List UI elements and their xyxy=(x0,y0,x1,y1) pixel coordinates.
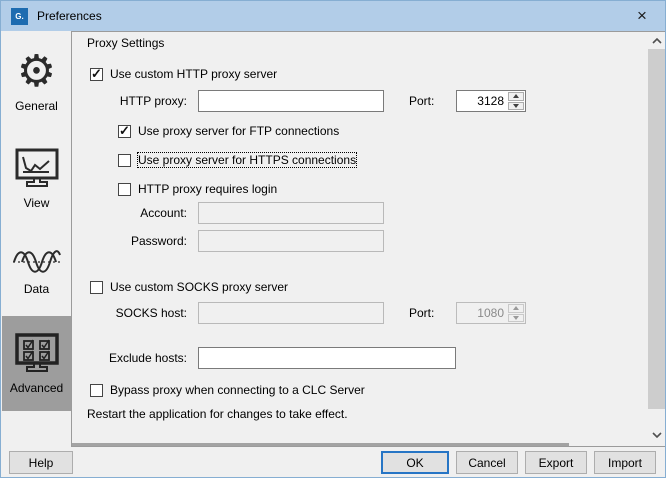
preferences-dialog: G. Preferences × ⚙ General View xyxy=(0,0,666,478)
import-button[interactable]: Import xyxy=(594,451,656,474)
ok-button[interactable]: OK xyxy=(381,451,449,474)
https-proxy-checkbox[interactable]: Use proxy server for HTTPS connections xyxy=(118,152,356,168)
password-input[interactable] xyxy=(198,230,384,252)
scroll-down-icon[interactable] xyxy=(648,426,665,443)
bypass-proxy-checkbox[interactable]: Bypass proxy when connecting to a CLC Se… xyxy=(90,382,365,398)
close-icon[interactable]: × xyxy=(619,1,665,31)
checkbox-label: Use custom SOCKS proxy server xyxy=(110,280,288,294)
spinner-down-icon[interactable] xyxy=(508,102,524,111)
checkbox-box[interactable] xyxy=(90,384,103,397)
vertical-scrollbar[interactable] xyxy=(648,32,665,443)
restart-note: Restart the application for changes to t… xyxy=(87,403,348,425)
password-label: Password: xyxy=(72,230,187,252)
sine-waves-icon xyxy=(13,247,61,277)
export-button[interactable]: Export xyxy=(525,451,587,474)
spinner-down-icon[interactable] xyxy=(508,314,524,323)
horizontal-scrollbar[interactable] xyxy=(72,443,648,446)
ftp-proxy-checkbox[interactable]: ✓ Use proxy server for FTP connections xyxy=(118,123,339,139)
socks-port-label: Port: xyxy=(409,302,434,324)
sidebar-item-view[interactable]: View xyxy=(2,131,71,226)
spinner-up-icon[interactable] xyxy=(508,304,524,313)
account-label: Account: xyxy=(72,202,187,224)
http-proxy-input[interactable] xyxy=(198,90,384,112)
help-button[interactable]: Help xyxy=(9,451,73,474)
vertical-scrollbar-thumb[interactable] xyxy=(648,49,665,409)
checkbox-box[interactable] xyxy=(118,183,131,196)
dialog-footer: Help OK Cancel Export Import xyxy=(2,447,664,476)
checkbox-label: HTTP proxy requires login xyxy=(138,182,277,196)
scroll-up-icon[interactable] xyxy=(648,32,665,49)
proxy-settings-panel: Proxy Settings ✓ Use custom HTTP proxy s… xyxy=(71,31,665,447)
title-bar: G. Preferences × xyxy=(1,1,665,31)
sidebar-item-label: Data xyxy=(24,282,49,296)
proxy-login-checkbox[interactable]: HTTP proxy requires login xyxy=(118,181,277,197)
http-proxy-label: HTTP proxy: xyxy=(72,90,187,112)
gear-icon: ⚙ xyxy=(17,50,56,94)
checkbox-label: Bypass proxy when connecting to a CLC Se… xyxy=(110,383,365,397)
sidebar-item-general[interactable]: ⚙ General xyxy=(2,36,71,126)
socks-host-input[interactable] xyxy=(198,302,384,324)
window-title: Preferences xyxy=(37,9,102,23)
section-title: Proxy Settings xyxy=(87,32,164,54)
checkbox-label: Use custom HTTP proxy server xyxy=(110,67,277,81)
sidebar-item-data[interactable]: Data xyxy=(2,226,71,316)
cancel-button[interactable]: Cancel xyxy=(456,451,518,474)
use-socks-proxy-checkbox[interactable]: Use custom SOCKS proxy server xyxy=(90,279,288,295)
checkbox-box[interactable]: ✓ xyxy=(90,68,103,81)
checkbox-label: Use proxy server for FTP connections xyxy=(138,124,339,138)
http-port-spinner[interactable]: 3128 xyxy=(456,90,526,112)
app-logo-icon: G. xyxy=(11,8,28,25)
account-input[interactable] xyxy=(198,202,384,224)
socks-port-value[interactable]: 1080 xyxy=(457,303,507,323)
sidebar-item-advanced[interactable]: Advanced xyxy=(2,316,71,411)
socks-port-spinner[interactable]: 1080 xyxy=(456,302,526,324)
preferences-sidebar: ⚙ General View Data xyxy=(2,31,71,447)
checkbox-box[interactable] xyxy=(118,154,131,167)
http-port-value[interactable]: 3128 xyxy=(457,91,507,111)
checkbox-label: Use proxy server for HTTPS connections xyxy=(138,153,356,167)
checkbox-box[interactable]: ✓ xyxy=(118,125,131,138)
horizontal-scrollbar-thumb[interactable] xyxy=(72,443,569,446)
exclude-hosts-label: Exclude hosts: xyxy=(72,347,187,369)
sidebar-item-label: Advanced xyxy=(10,381,63,395)
exclude-hosts-input[interactable] xyxy=(198,347,456,369)
socks-host-label: SOCKS host: xyxy=(72,302,187,324)
sidebar-item-label: General xyxy=(15,99,58,113)
monitor-chart-icon xyxy=(14,147,60,191)
http-port-label: Port: xyxy=(409,90,434,112)
spinner-up-icon[interactable] xyxy=(508,92,524,101)
use-http-proxy-checkbox[interactable]: ✓ Use custom HTTP proxy server xyxy=(90,66,277,82)
checkbox-box[interactable] xyxy=(90,281,103,294)
monitor-checklist-icon xyxy=(14,332,60,376)
sidebar-item-label: View xyxy=(24,196,50,210)
